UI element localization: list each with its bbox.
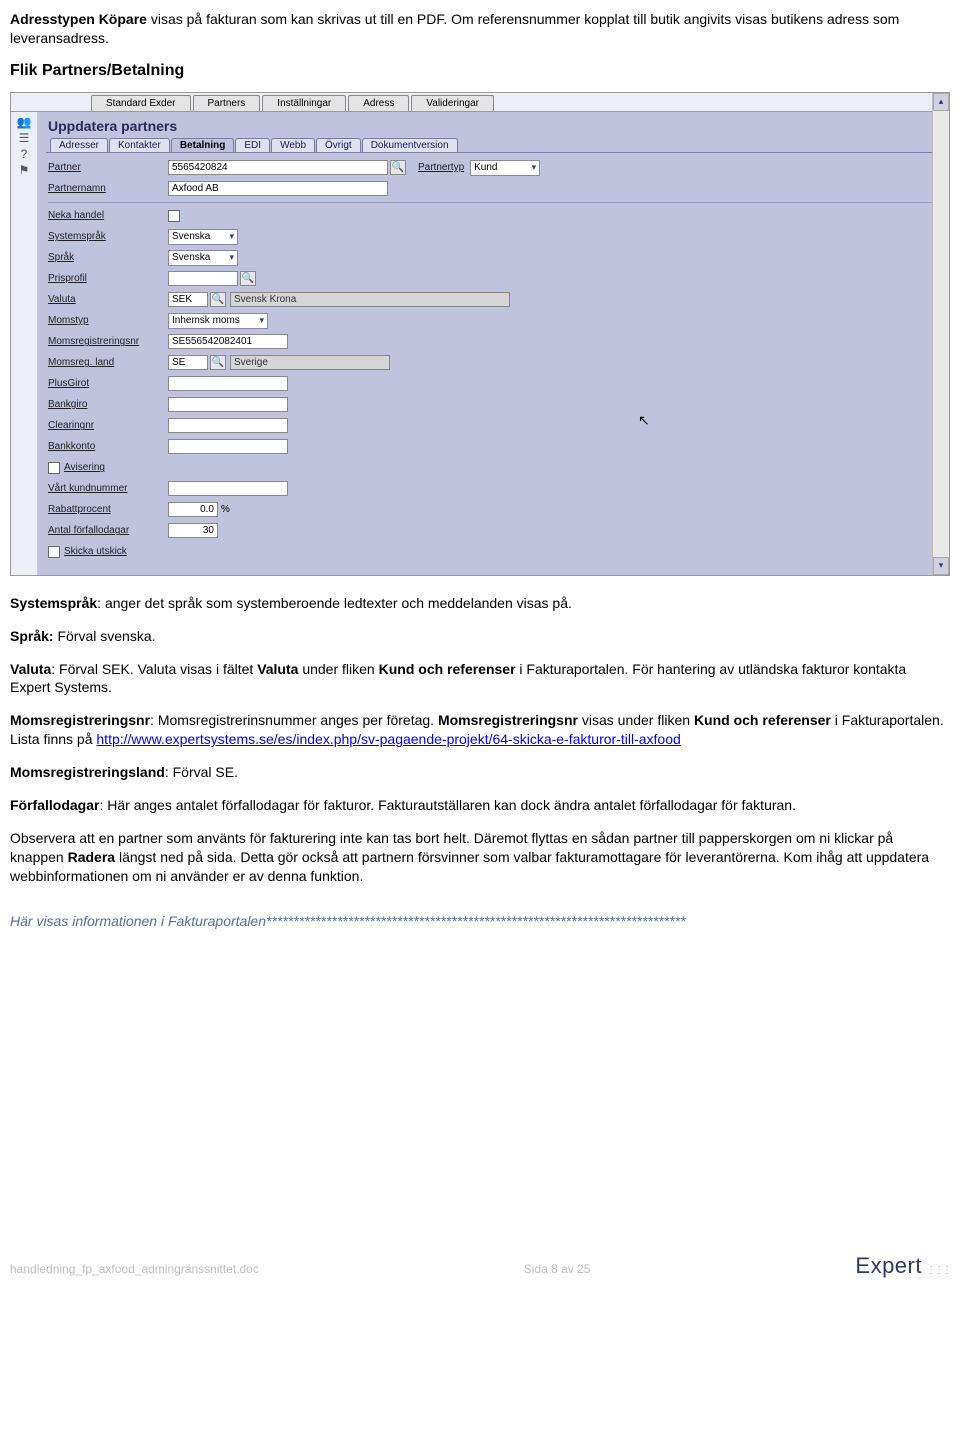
paragraph-momsregnr: Momsregistreringsnr: Momsregistrerinsnum… — [10, 711, 950, 749]
footer-page: Sida 8 av 25 — [524, 1262, 591, 1276]
select-momstyp[interactable]: Inhemsk moms — [168, 313, 268, 329]
scroll-up-icon[interactable]: ▴ — [933, 93, 949, 111]
tab-partners[interactable]: Partners — [193, 95, 261, 111]
sub-tab-dokumentversion[interactable]: Dokumentversion — [362, 138, 458, 152]
paragraph-sprak: Språk: Förval svenska. — [10, 627, 950, 646]
label-partner: Partner — [48, 162, 168, 173]
paragraph-systemsprak: Systemspråk: anger det språk som systemb… — [10, 594, 950, 613]
input-momsregnr[interactable] — [168, 334, 288, 349]
paragraph-observera: Observera att en partner som använts för… — [10, 829, 950, 886]
label-momsreg-land: Momsreg. land — [48, 357, 168, 368]
select-sprak[interactable]: Svenska — [168, 250, 238, 266]
label-plusgirot: PlusGirot — [48, 378, 168, 389]
label-systemsprak: Systemspråk — [48, 231, 168, 242]
label-momstyp: Momstyp — [48, 315, 168, 326]
input-bankkonto[interactable] — [168, 439, 288, 454]
paragraph-momsregland: Momsregistreringsland: Förval SE. — [10, 763, 950, 782]
footer-filename: handledning_fp_axfood_admingränssnittet.… — [10, 1262, 259, 1276]
checkbox-skicka-utskick[interactable] — [48, 546, 60, 558]
label-bankkonto: Bankkonto — [48, 441, 168, 452]
tab-standard-exder[interactable]: Standard Exder — [91, 95, 191, 111]
scroll-down-icon[interactable]: ▾ — [933, 557, 949, 575]
label-sprak: Språk — [48, 252, 168, 263]
sidebar-help-icon[interactable]: ? — [21, 148, 28, 160]
input-clearingnr[interactable] — [168, 418, 288, 433]
input-rabattprocent[interactable] — [168, 502, 218, 517]
select-systemsprak[interactable]: Svenska — [168, 229, 238, 245]
sub-tab-edi[interactable]: EDI — [235, 138, 270, 152]
app-main-tabs: Standard Exder Partners Inställningar Ad… — [11, 93, 949, 111]
display-momsreg-land-name — [230, 355, 390, 370]
tab-adress[interactable]: Adress — [348, 95, 409, 111]
label-percent-sign: % — [221, 504, 230, 515]
display-valuta-name — [230, 292, 510, 307]
sidebar-list-icon[interactable]: ☰ — [19, 132, 30, 144]
expert-logo: Expert — [855, 1256, 950, 1276]
app-sidebar-icons: 👥 ☰ ? ⚑ — [11, 112, 38, 575]
label-momsregnr: Momsregistreringsnr — [48, 336, 168, 347]
search-icon[interactable]: 🔍 — [240, 271, 256, 286]
label-prisprofil: Prisprofil — [48, 273, 168, 284]
screenshot-uppdatera-partners: Standard Exder Partners Inställningar Ad… — [10, 92, 950, 576]
search-icon[interactable]: 🔍 — [210, 355, 226, 370]
panel-title: Uppdatera partners — [46, 116, 941, 138]
label-clearingnr: Clearingnr — [48, 420, 168, 431]
select-partnertyp[interactable]: Kund — [470, 160, 540, 176]
label-partnernamn: Partnernamn — [48, 183, 168, 194]
input-antal-forfallodagar[interactable] — [168, 523, 218, 538]
paragraph-adresstyp: Adresstypen Köpare visas på fakturan som… — [10, 10, 950, 48]
sub-tab-adresser[interactable]: Adresser — [50, 138, 108, 152]
cursor-arrow-icon: ↖ — [638, 412, 650, 429]
heading-flik-partners-betalning: Flik Partners/Betalning — [10, 62, 950, 80]
italic-here-info: Här visas informationen i Fakturaportale… — [10, 913, 266, 929]
label-rabattprocent: Rabattprocent — [48, 504, 168, 515]
italic-stars: ****************************************… — [266, 913, 686, 929]
input-momsreg-land-code[interactable] — [168, 355, 208, 370]
sub-tab-webb[interactable]: Webb — [271, 138, 315, 152]
sub-tab-kontakter[interactable]: Kontakter — [109, 138, 170, 152]
label-partnertyp: Partnertyp — [418, 162, 464, 173]
link-expertsystems[interactable]: http://www.expertsystems.se/es/index.php… — [96, 731, 680, 747]
input-partnernamn[interactable] — [168, 181, 388, 196]
search-icon[interactable]: 🔍 — [390, 160, 406, 175]
sub-tab-betalning[interactable]: Betalning — [171, 138, 235, 152]
checkbox-neka-handel[interactable] — [168, 210, 180, 222]
tab-installningar[interactable]: Inställningar — [262, 95, 346, 111]
input-partner[interactable] — [168, 160, 388, 175]
sidebar-user-icon[interactable]: 👥 — [17, 116, 32, 128]
input-plusgirot[interactable] — [168, 376, 288, 391]
paragraph-forfallodagar: Förfallodagar: Här anges antalet förfall… — [10, 796, 950, 815]
vertical-scrollbar[interactable]: ▴ ▾ — [932, 93, 949, 575]
label-vart-kundnummer: Vårt kundnummer — [48, 483, 168, 494]
sub-tabs: Adresser Kontakter Betalning EDI Webb Öv… — [46, 138, 941, 153]
tab-valideringar[interactable]: Valideringar — [411, 95, 494, 111]
input-bankgiro[interactable] — [168, 397, 288, 412]
checkbox-avisering[interactable] — [48, 462, 60, 474]
label-valuta: Valuta — [48, 294, 168, 305]
paragraph-valuta: Valuta: Förval SEK. Valuta visas i fälte… — [10, 660, 950, 698]
label-antal-forfallodagar: Antal förfallodagar — [48, 525, 168, 536]
input-prisprofil[interactable] — [168, 271, 238, 286]
sidebar-flag-icon[interactable]: ⚑ — [19, 164, 30, 176]
label-skicka-utskick: Skicka utskick — [64, 546, 127, 557]
label-bankgiro: Bankgiro — [48, 399, 168, 410]
input-vart-kundnummer[interactable] — [168, 481, 288, 496]
input-valuta-code[interactable] — [168, 292, 208, 307]
label-neka-handel: Neka handel — [48, 210, 168, 221]
label-avisering: Avisering — [64, 462, 105, 473]
sub-tab-ovrigt[interactable]: Övrigt — [316, 138, 361, 152]
search-icon[interactable]: 🔍 — [210, 292, 226, 307]
